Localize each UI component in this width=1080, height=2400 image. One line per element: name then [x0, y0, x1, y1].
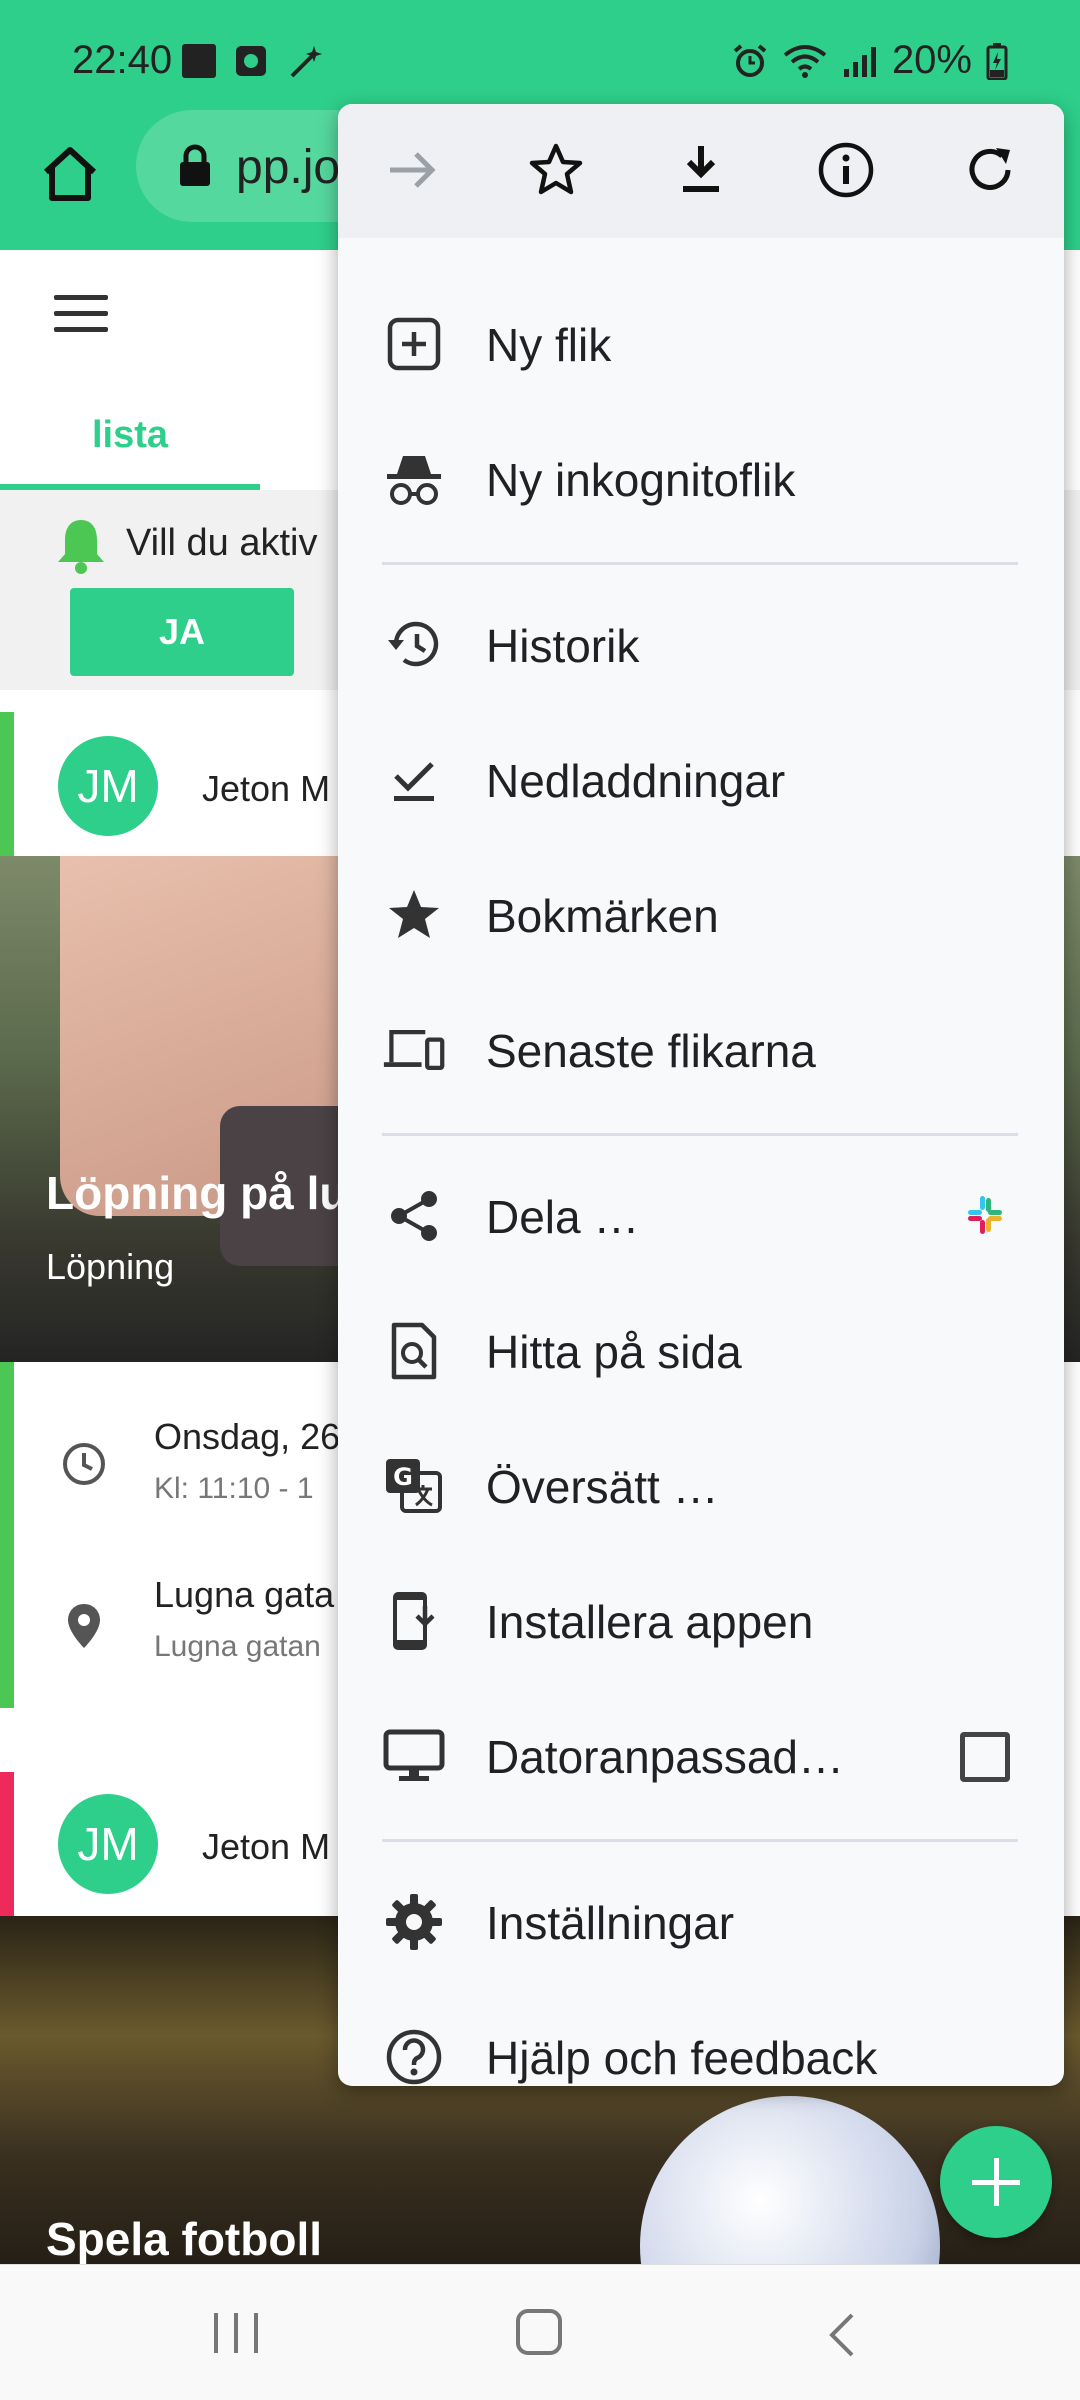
menu-item-label: Hitta på sida — [486, 1326, 742, 1378]
svg-text:G: G — [393, 1463, 413, 1491]
help-icon — [382, 2025, 446, 2086]
history-icon — [382, 613, 446, 677]
downloads-icon — [382, 748, 446, 812]
menu-item-label: Översätt … — [486, 1461, 719, 1513]
menu-item-settings[interactable]: Inställningar — [338, 1854, 1064, 1989]
navigation-bar — [0, 2264, 1080, 2400]
menu-item-translate[interactable]: G Översätt … — [338, 1418, 1064, 1553]
browser-overflow-menu: Ny flik Ny inkognitoflik Historik Nedlad… — [338, 104, 1064, 2086]
card-title: Löpning på lu — [46, 1167, 348, 1219]
new-tab-icon — [382, 312, 446, 376]
author-name: Jeton M — [202, 1826, 331, 1867]
event-location-sub: Lugna gatan — [154, 1630, 321, 1663]
refresh-icon[interactable] — [958, 138, 1022, 202]
settings-icon — [382, 1890, 446, 1954]
translate-icon: G — [382, 1454, 446, 1518]
desktop-site-checkbox[interactable] — [960, 1732, 1010, 1782]
hamburger-menu-icon[interactable] — [54, 295, 108, 335]
desktop-icon — [382, 1724, 446, 1788]
notification-square-icon — [182, 44, 216, 78]
author-name: Jeton M — [202, 768, 331, 809]
menu-item-history[interactable]: Historik — [338, 577, 1064, 712]
menu-item-label: Bokmärken — [486, 890, 719, 942]
menu-action-row — [338, 104, 1064, 238]
menu-item-label: Inställningar — [486, 1897, 735, 1949]
menu-item-bookmarks[interactable]: Bokmärken — [338, 847, 1064, 982]
bookmarks-icon — [382, 883, 446, 947]
card-color-bar — [0, 1362, 14, 1708]
clock-icon — [63, 1443, 105, 1485]
menu-item-install-app[interactable]: Installera appen — [338, 1553, 1064, 1688]
recent-tabs-icon — [382, 1018, 446, 1082]
home-icon — [43, 147, 97, 201]
menu-item-desktop-site[interactable]: Datoranpassad… — [338, 1688, 1064, 1823]
menu-item-label: Hjälp och feedback — [486, 2032, 878, 2084]
wifi-icon — [783, 44, 827, 78]
menu-item-label: Installera appen — [486, 1596, 814, 1648]
recent-apps-button[interactable] — [214, 2313, 258, 2353]
menu-divider — [382, 562, 1018, 565]
info-icon[interactable] — [814, 138, 878, 202]
lock-icon — [180, 144, 210, 186]
incognito-icon — [382, 447, 446, 511]
menu-item-new-tab[interactable]: Ny flik — [338, 276, 1064, 411]
tab-lista[interactable]: lista — [0, 400, 260, 490]
football-image — [640, 2096, 940, 2264]
menu-item-downloads[interactable]: Nedladdningar — [338, 712, 1064, 847]
ja-button[interactable]: JA — [70, 588, 294, 676]
alarm-icon — [733, 43, 767, 77]
signal-icon — [843, 46, 876, 77]
menu-item-label: Ny flik — [486, 319, 612, 371]
back-icon[interactable] — [826, 2313, 856, 2357]
status-bar: 22:40 20% — [0, 0, 1080, 120]
event-time: Kl: 11:10 - 1 — [154, 1472, 314, 1505]
menu-item-label: Nedladdningar — [486, 755, 786, 807]
card-category: Löpning — [46, 1246, 175, 1287]
menu-divider — [382, 1839, 1018, 1842]
event-date: Onsdag, 26 — [154, 1416, 341, 1457]
add-button[interactable] — [940, 2126, 1052, 2238]
menu-item-share[interactable]: Dela … — [338, 1148, 1064, 1283]
card-title: Spela fotboll — [46, 2213, 322, 2264]
menu-item-label: Historik — [486, 620, 640, 672]
menu-item-incognito[interactable]: Ny inkognitoflik — [338, 411, 1064, 546]
find-in-page-icon — [382, 1319, 446, 1383]
status-right: 20% — [732, 38, 1008, 83]
url-text: pp.jo — [236, 141, 341, 194]
magic-wand-icon — [290, 46, 322, 78]
event-location: Lugna gata — [154, 1574, 335, 1615]
menu-item-label: Ny inkognitoflik — [486, 454, 796, 506]
home-nav-button[interactable] — [516, 2309, 562, 2355]
menu-item-label: Dela … — [486, 1191, 640, 1243]
notification-icons — [182, 42, 324, 80]
avatar: JM — [58, 736, 158, 836]
status-time: 22:40 — [72, 38, 173, 82]
download-icon[interactable] — [669, 138, 733, 202]
menu-divider — [382, 1133, 1018, 1136]
share-icon — [382, 1184, 446, 1248]
forward-icon[interactable] — [380, 138, 444, 202]
install-app-icon — [382, 1589, 446, 1653]
bell-icon — [58, 520, 104, 574]
bookmark-star-icon[interactable] — [524, 138, 588, 202]
avatar: JM — [58, 1794, 158, 1894]
menu-item-help-feedback[interactable]: Hjälp och feedback — [338, 1989, 1064, 2086]
menu-item-label: Datoranpassad… — [486, 1731, 844, 1783]
card-color-bar — [0, 1772, 14, 1916]
app-notification-icon — [236, 46, 266, 76]
battery-charging-icon — [986, 42, 1008, 80]
card-color-bar — [0, 712, 14, 862]
battery-percent: 20% — [891, 38, 972, 82]
location-pin-icon — [68, 1604, 100, 1648]
home-button[interactable] — [34, 138, 106, 210]
slack-icon[interactable] — [960, 1190, 1010, 1240]
menu-item-label: Senaste flikarna — [486, 1025, 816, 1077]
notification-text: Vill du aktiv — [126, 522, 318, 564]
menu-item-find-in-page[interactable]: Hitta på sida — [338, 1283, 1064, 1418]
menu-item-recent-tabs[interactable]: Senaste flikarna — [338, 982, 1064, 1117]
